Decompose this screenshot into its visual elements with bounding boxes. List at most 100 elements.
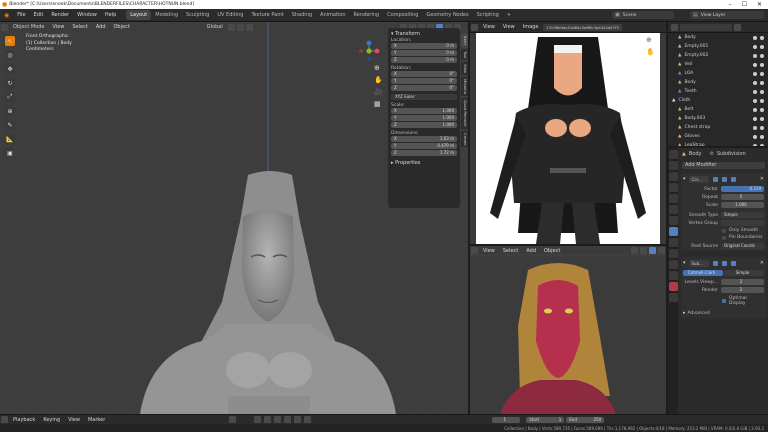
visibility-toggle-icon[interactable]: [753, 71, 764, 76]
transform-tool-icon[interactable]: ⊕: [5, 106, 15, 116]
record-icon[interactable]: [229, 416, 237, 423]
end-frame-field[interactable]: End 250: [566, 416, 605, 423]
start-frame-field[interactable]: Start 1: [526, 416, 565, 423]
world-properties-tab-icon[interactable]: [668, 205, 678, 214]
orientation-dropdown[interactable]: Global: [203, 23, 226, 31]
subdiv-close-icon[interactable]: ✕: [760, 260, 764, 266]
output-properties-tab-icon[interactable]: [668, 172, 678, 181]
timeline-menu-marker[interactable]: Marker: [84, 417, 109, 423]
modifier-name-field[interactable]: Cor...: [688, 175, 709, 183]
simple-subdiv-button[interactable]: Simple: [724, 270, 764, 276]
navigation-gizmo[interactable]: [358, 40, 380, 62]
particles-tab-icon[interactable]: [668, 238, 678, 247]
add-modifier-button[interactable]: Add Modifier: [682, 162, 765, 169]
modifier-render-icon[interactable]: [730, 176, 736, 182]
camera-view-icon[interactable]: 🎥: [374, 88, 383, 96]
outliner-item[interactable]: ▲ Gloves: [668, 132, 768, 141]
visibility-toggle-icon[interactable]: [753, 116, 764, 121]
advanced-collapse-icon[interactable]: ▸: [683, 310, 686, 316]
snap-icon[interactable]: [236, 23, 244, 31]
workspace-tab-animation[interactable]: Animation: [316, 10, 350, 20]
visibility-toggle-icon[interactable]: [753, 143, 764, 146]
minimize-button[interactable]: –: [729, 1, 732, 8]
sidebar-tab-quad-remesh[interactable]: Quad Remesh: [461, 97, 468, 129]
modifier-properties-tab-icon[interactable]: [668, 227, 678, 236]
viewport-menu-view[interactable]: View: [49, 24, 69, 30]
outliner-item[interactable]: ▲ LegStrap: [668, 141, 768, 146]
workspace-tab-rendering[interactable]: Rendering: [350, 10, 384, 20]
move-tool-icon[interactable]: ✥: [5, 64, 15, 74]
physics-tab-icon[interactable]: [668, 249, 678, 258]
viewport-menu-object[interactable]: Object: [110, 24, 134, 30]
play-reverse-icon[interactable]: [274, 416, 282, 423]
catmull-clark-button[interactable]: Catmull-Clark: [683, 270, 723, 276]
view-layer-selector[interactable]: ▤ View Layer: [690, 11, 764, 19]
sidebar-tab-mixamo[interactable]: Mixamo: [461, 77, 468, 96]
visibility-toggle-icon[interactable]: [753, 134, 764, 139]
location-z-field[interactable]: Z0 m: [391, 57, 457, 63]
menu-window[interactable]: Window: [73, 12, 101, 18]
viewport-secondary-material-icon[interactable]: [649, 247, 656, 254]
image-editor-type-icon[interactable]: [471, 23, 478, 31]
menu-render[interactable]: Render: [47, 12, 73, 18]
outliner-item[interactable]: ▲ Empty.002: [668, 51, 768, 60]
annotate-tool-icon[interactable]: ✎: [5, 120, 15, 130]
outliner-item[interactable]: ▲ Body: [668, 33, 768, 42]
smooth-type-dropdown[interactable]: Simple: [721, 212, 764, 218]
visibility-toggle-icon[interactable]: [753, 80, 764, 85]
properties-collapse-icon[interactable]: ▸: [391, 160, 394, 166]
maximize-button[interactable]: ☐: [742, 1, 747, 8]
subdiv-name-field[interactable]: Sub...: [688, 259, 709, 267]
viewport-menu-add[interactable]: Add: [92, 24, 110, 30]
timeline-menu-playback[interactable]: Playback: [9, 417, 39, 423]
proportional-edit-icon[interactable]: [245, 23, 253, 31]
menu-file[interactable]: File: [13, 12, 29, 18]
render-properties-tab-icon[interactable]: [668, 161, 678, 170]
play-icon[interactable]: [284, 416, 292, 423]
workspace-tab-geometry-nodes[interactable]: Geometry Nodes: [422, 10, 472, 20]
image-editor-image-menu[interactable]: Image: [519, 24, 543, 30]
rotate-tool-icon[interactable]: ↻: [5, 78, 15, 88]
rotation-x-field[interactable]: X 0°: [391, 71, 457, 77]
measure-tool-icon[interactable]: 📐: [5, 134, 15, 144]
subdiv-editmode-icon[interactable]: [712, 260, 718, 266]
menu-help[interactable]: Help: [101, 12, 120, 18]
outliner-item[interactable]: ▲ Veil: [668, 60, 768, 69]
cursor-tool-icon[interactable]: ◎: [5, 50, 15, 60]
jump-end-icon[interactable]: [304, 416, 312, 423]
viewport-secondary-rendered-icon[interactable]: [658, 247, 665, 254]
scale-field-modifier[interactable]: 1.000: [721, 202, 764, 208]
dimensions-x-field[interactable]: X 1.03 m: [391, 136, 457, 142]
levels-viewport-field[interactable]: 2: [721, 279, 764, 285]
image-zoom-icon[interactable]: ⊕: [646, 36, 655, 44]
scale-tool-icon[interactable]: ⤢: [5, 92, 15, 102]
add-cube-tool-icon[interactable]: ▣: [5, 148, 15, 158]
outliner-filter-icon[interactable]: [734, 23, 741, 31]
outliner-item[interactable]: ▲ Teeth: [668, 87, 768, 96]
view-layer-tab-icon[interactable]: [668, 183, 678, 192]
workspace-tab-texture-paint[interactable]: Texture Paint: [247, 10, 287, 20]
subdiv-collapse-icon[interactable]: ▾: [683, 260, 686, 266]
close-button[interactable]: ✕: [757, 1, 762, 8]
prev-keyframe-icon[interactable]: [264, 416, 272, 423]
location-y-field[interactable]: Y0 m: [391, 50, 457, 56]
workspace-tab-modeling[interactable]: Modeling: [151, 10, 182, 20]
rotation-z-field[interactable]: Z 0°: [391, 85, 457, 91]
rotation-y-field[interactable]: Y 0°: [391, 78, 457, 84]
scene-properties-tab-icon[interactable]: [668, 194, 678, 203]
visibility-toggle-icon[interactable]: [753, 89, 764, 94]
outliner-item[interactable]: ▲ Cloth: [668, 96, 768, 105]
subdiv-render-icon[interactable]: [730, 260, 736, 266]
outliner-item[interactable]: ▲ Belt: [668, 105, 768, 114]
pivot-icon[interactable]: [227, 23, 235, 31]
workspace-tab-layout[interactable]: Layout: [126, 10, 152, 20]
dimensions-y-field[interactable]: Y 0.479 m: [391, 143, 457, 149]
object-properties-tab-icon[interactable]: [668, 216, 678, 225]
timeline-type-icon[interactable]: [1, 416, 8, 423]
rest-source-dropdown[interactable]: Original Coords: [721, 243, 764, 249]
outliner-item[interactable]: ▲ Chest strap: [668, 123, 768, 132]
viewport-secondary-overlay-icon[interactable]: [631, 247, 638, 254]
transform-collapse-icon[interactable]: ▾: [391, 31, 394, 37]
modifier-viewport-icon[interactable]: [721, 176, 727, 182]
constraints-tab-icon[interactable]: [668, 260, 678, 269]
